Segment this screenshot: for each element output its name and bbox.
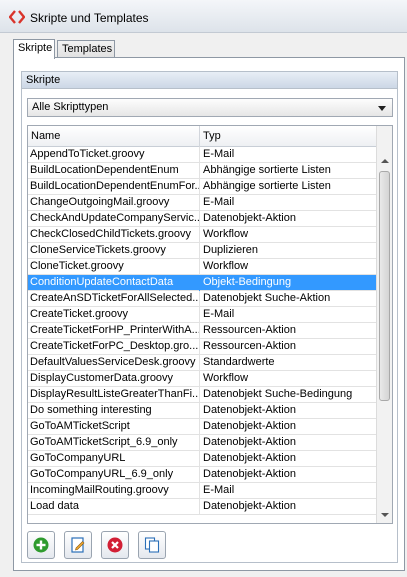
window-title: Skripte und Templates: [30, 11, 149, 25]
script-name-cell: Do something interesting: [28, 403, 200, 419]
script-name-cell: GoToCompanyURL_6.9_only: [28, 467, 200, 483]
script-name-cell: ChangeOutgoingMail.groovy: [28, 195, 200, 211]
x-circle-icon: [107, 537, 123, 553]
script-type-cell: Datenobjekt-Aktion: [203, 212, 296, 224]
script-type-cell: Objekt-Bedingung: [203, 276, 292, 288]
table-row[interactable]: CheckAndUpdateCompanyServic... Datenobjek…: [28, 211, 377, 227]
edit-button[interactable]: [64, 531, 92, 559]
script-type-cell: Datenobjekt-Aktion: [203, 420, 296, 432]
table-row[interactable]: ConditionUpdateContactData Objekt-Bedingu…: [28, 275, 377, 291]
script-name-cell: CloneTicket.groovy: [28, 259, 200, 275]
scripts-table: Name Typ AppendToTicket.groovy E-Mail Buil…: [27, 125, 393, 524]
table-row[interactable]: DisplayResultListeGreaterThanFi... Dateno…: [28, 387, 377, 403]
table-row[interactable]: CheckClosedChildTickets.groovy Workflow: [28, 227, 377, 243]
script-name-cell: CloneServiceTickets.groovy: [28, 243, 200, 259]
script-name-cell: CheckClosedChildTickets.groovy: [28, 227, 200, 243]
script-type-cell: Datenobjekt-Aktion: [203, 468, 296, 480]
table-row[interactable]: GoToAMTicketScript_6.9_only Datenobjekt-A…: [28, 435, 377, 451]
script-type-cell: Abhängige sortierte Listen: [203, 180, 331, 192]
chevron-down-icon: [378, 106, 386, 111]
script-name-cell: CreateTicketForHP_PrinterWithA...: [28, 323, 200, 339]
script-type-cell: E-Mail: [203, 308, 235, 320]
script-type-cell: Datenobjekt-Aktion: [203, 452, 296, 464]
table-row[interactable]: CreateTicket.groovy E-Mail: [28, 307, 377, 323]
script-type-cell: Datenobjekt-Aktion: [203, 404, 296, 416]
script-name-cell: CreateTicketForPC_Desktop.gro...: [28, 339, 200, 355]
script-type-cell: E-Mail: [203, 484, 235, 496]
script-name-cell: GoToAMTicketScript_6.9_only: [28, 435, 200, 451]
script-type-cell: Datenobjekt Suche-Bedingung: [203, 388, 353, 400]
table-row[interactable]: GoToAMTicketScript Datenobjekt-Aktion: [28, 419, 377, 435]
table-row[interactable]: CreateTicketForHP_PrinterWithA... Ressour…: [28, 323, 377, 339]
table-row[interactable]: ChangeOutgoingMail.groovy E-Mail: [28, 195, 377, 211]
script-type-cell: Datenobjekt-Aktion: [203, 500, 296, 512]
diamond-brackets-icon: [9, 10, 25, 24]
table-row[interactable]: Do something interesting Datenobjekt-Akti…: [28, 403, 377, 419]
script-name-cell: DisplayCustomerData.groovy: [28, 371, 200, 387]
table-header: Name Typ: [28, 126, 377, 147]
table-row[interactable]: BuildLocationDependentEnumFor... Abhängig…: [28, 179, 377, 195]
script-type-cell: Datenobjekt-Aktion: [203, 436, 296, 448]
script-name-cell: CheckAndUpdateCompanyServic...: [28, 211, 200, 227]
script-name-cell: BuildLocationDependentEnumFor...: [28, 179, 200, 195]
scroll-down-arrow-icon[interactable]: [377, 508, 392, 523]
script-type-cell: Ressourcen-Aktion: [203, 324, 296, 336]
column-header-name[interactable]: Name: [28, 126, 200, 147]
script-name-cell: AppendToTicket.groovy: [28, 147, 200, 163]
tab-templates[interactable]: Templates: [57, 40, 115, 58]
window-titlebar: Skripte und Templates: [0, 0, 407, 33]
table-row[interactable]: GoToCompanyURL_6.9_only Datenobjekt-Aktio…: [28, 467, 377, 483]
script-name-cell: ConditionUpdateContactData: [28, 275, 200, 291]
script-name-cell: CreateTicket.groovy: [28, 307, 200, 323]
script-name-cell: CreateAnSDTicketForAllSelected...: [28, 291, 200, 307]
tab-panel-skripte: Skripte Alle Skripttypen Name Typ Append…: [13, 57, 405, 571]
script-type-cell: Workflow: [203, 228, 249, 240]
copy-button[interactable]: [138, 531, 166, 559]
table-row[interactable]: Load data Datenobjekt-Aktion: [28, 499, 377, 515]
dropdown-selected-value: Alle Skripttypen: [32, 101, 109, 113]
table-row[interactable]: CreateAnSDTicketForAllSelected... Datenob…: [28, 291, 377, 307]
script-type-cell: Ressourcen-Aktion: [203, 340, 296, 352]
table-row[interactable]: IncomingMailRouting.groovy E-Mail: [28, 483, 377, 499]
add-button[interactable]: [27, 531, 55, 559]
table-row[interactable]: DefaultValuesServiceDesk.groovy Standardw…: [28, 355, 377, 371]
delete-button[interactable]: [101, 531, 129, 559]
table-row[interactable]: BuildLocationDependentEnum Abhängige sort…: [28, 163, 377, 179]
group-title: Skripte: [22, 72, 397, 89]
pencil-document-icon: [71, 537, 85, 553]
script-type-cell: Workflow: [203, 372, 249, 384]
scripts-group: Skripte Alle Skripttypen Name Typ Append…: [21, 71, 398, 563]
script-name-cell: GoToCompanyURL: [28, 451, 200, 467]
table-row[interactable]: GoToCompanyURL Datenobjekt-Aktion: [28, 451, 377, 467]
script-type-cell: Duplizieren: [203, 244, 259, 256]
script-name-cell: GoToAMTicketScript: [28, 419, 200, 435]
script-type-filter-dropdown[interactable]: Alle Skripttypen: [27, 98, 393, 117]
table-row[interactable]: CloneServiceTickets.groovy Duplizieren: [28, 243, 377, 259]
plus-circle-icon: [33, 537, 49, 553]
scroll-up-arrow-icon[interactable]: [377, 154, 392, 169]
tab-skripte[interactable]: Skripte: [13, 39, 55, 59]
table-row[interactable]: CloneTicket.groovy Workflow: [28, 259, 377, 275]
script-name-cell: DisplayResultListeGreaterThanFi...: [28, 387, 200, 403]
table-row[interactable]: CreateTicketForPC_Desktop.gro... Ressourc…: [28, 339, 377, 355]
script-name-cell: Load data: [28, 499, 200, 515]
vertical-scrollbar[interactable]: [376, 126, 392, 523]
table-body: AppendToTicket.groovy E-Mail BuildLocation…: [28, 147, 377, 515]
table-row[interactable]: AppendToTicket.groovy E-Mail: [28, 147, 377, 163]
script-type-cell: Datenobjekt Suche-Aktion: [203, 292, 331, 304]
script-type-cell: Workflow: [203, 260, 249, 272]
script-type-cell: E-Mail: [203, 148, 235, 160]
script-type-cell: Abhängige sortierte Listen: [203, 164, 331, 176]
script-name-cell: DefaultValuesServiceDesk.groovy: [28, 355, 200, 371]
scrollbar-thumb[interactable]: [379, 171, 390, 401]
script-name-cell: IncomingMailRouting.groovy: [28, 483, 200, 499]
copy-document-icon: [144, 537, 160, 553]
script-name-cell: BuildLocationDependentEnum: [28, 163, 200, 179]
table-row[interactable]: DisplayCustomerData.groovy Workflow: [28, 371, 377, 387]
column-header-typ[interactable]: Typ: [200, 126, 377, 147]
script-type-cell: E-Mail: [203, 196, 235, 208]
script-type-cell: Standardwerte: [203, 356, 275, 368]
